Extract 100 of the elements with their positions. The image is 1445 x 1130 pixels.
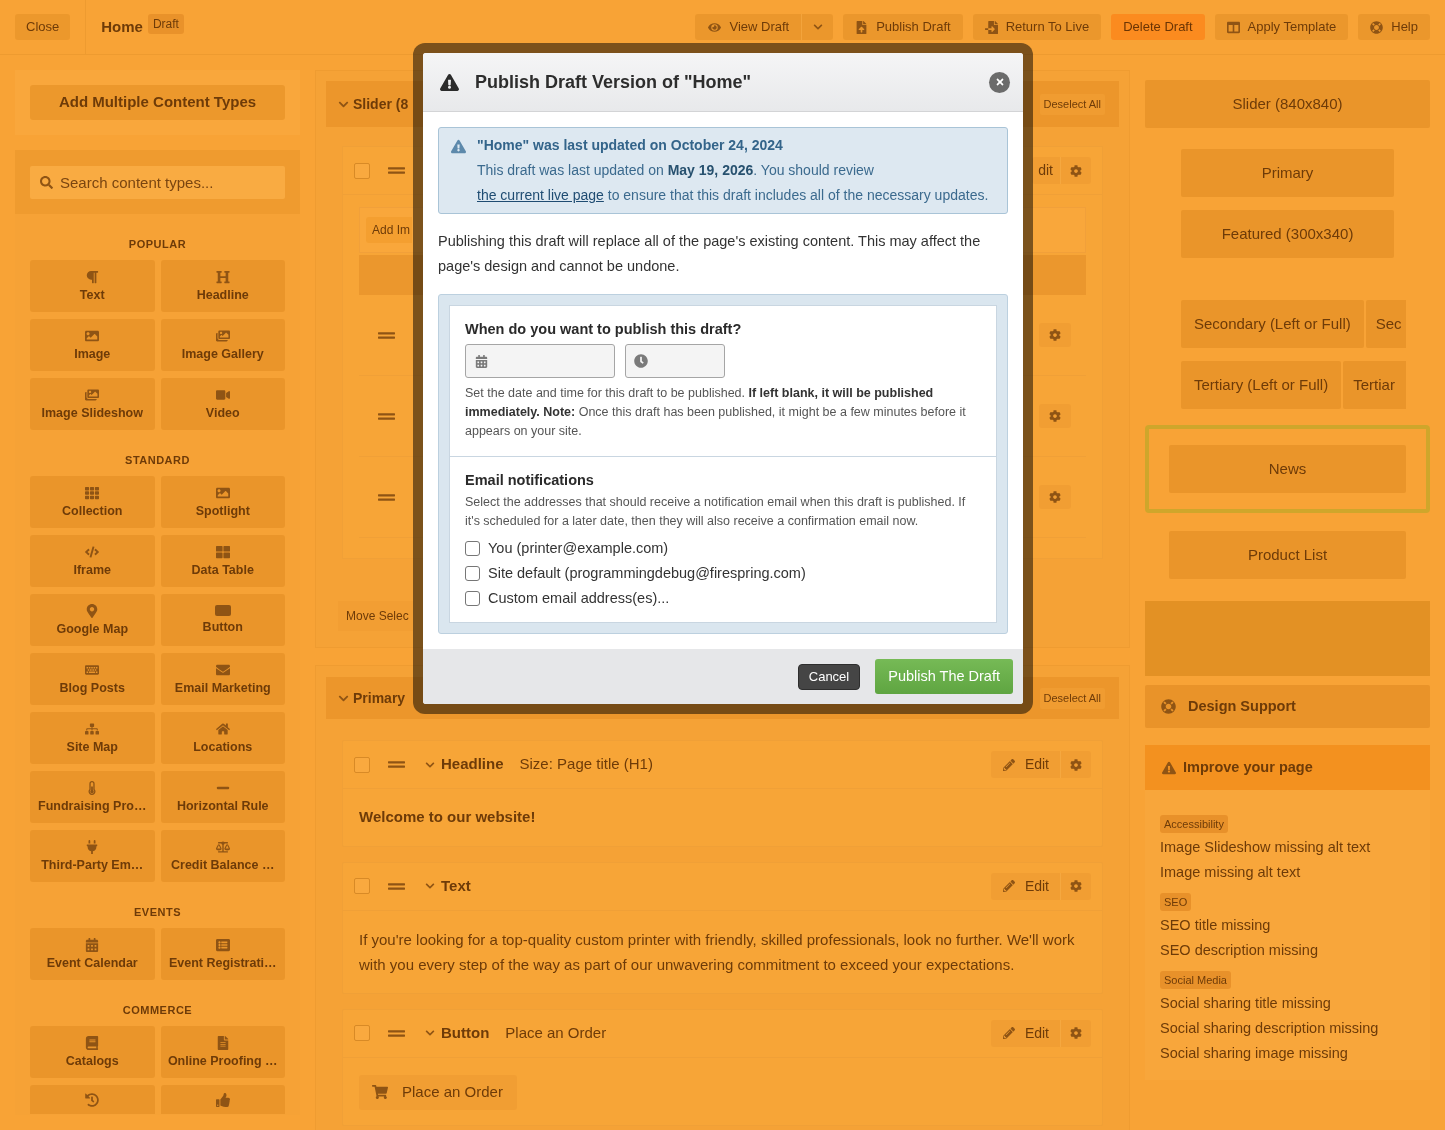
content-type-tile[interactable]: Image: [30, 319, 155, 371]
layout-region-button[interactable]: Product List: [1169, 531, 1406, 579]
content-type-tile[interactable]: [160, 1085, 285, 1114]
button-shape-icon: [214, 605, 231, 616]
house-icon: [215, 721, 230, 736]
content-type-tile[interactable]: Horizontal Rule: [160, 771, 285, 823]
images-icon: [85, 387, 100, 402]
content-type-tile[interactable]: Fundraising Pro…: [30, 771, 155, 823]
file-arrow-icon: [855, 20, 869, 34]
layout-region-button[interactable]: News: [1169, 445, 1406, 493]
content-type-tile[interactable]: Blog Posts: [30, 653, 155, 705]
book-icon: [85, 1035, 100, 1050]
move-selected-button[interactable]: Move Selec: [338, 601, 413, 631]
section-heading: COMMERCE: [121, 1004, 194, 1017]
notice-heading: "Home" was last updated on October 24, 2024: [477, 136, 784, 155]
content-type-tile[interactable]: Text: [30, 260, 155, 312]
layout-region-button[interactable]: Secondary (Left or Full): [1181, 300, 1364, 348]
add-button[interactable]: Add Im: [366, 217, 412, 243]
content-type-tile[interactable]: Button: [160, 594, 285, 646]
settings-button[interactable]: [1060, 751, 1091, 778]
design-support-button[interactable]: Design Support: [1145, 685, 1430, 728]
live-page-link[interactable]: the current live page: [477, 187, 604, 203]
content-type-tile[interactable]: Spotlight: [160, 476, 285, 528]
gear-icon: [1049, 491, 1061, 503]
settings-button[interactable]: [1060, 157, 1091, 184]
category-tag: SEO: [1160, 893, 1192, 911]
content-type-tile[interactable]: Third-Party Em…: [30, 830, 155, 882]
settings-button[interactable]: [1039, 485, 1071, 509]
toolbar-button[interactable]: Help: [1358, 14, 1430, 40]
edit-button[interactable]: Edit: [990, 1019, 1060, 1047]
content-type-tile[interactable]: Collection: [30, 476, 155, 528]
pencil-icon: [1002, 758, 1015, 771]
schedule-heading: When do you want to publish this draft?: [465, 320, 743, 339]
date-field[interactable]: [465, 344, 615, 378]
content-type-tile[interactable]: Headline: [160, 260, 285, 312]
edit-button[interactable]: dit: [1032, 157, 1060, 184]
checkbox[interactable]: [354, 162, 370, 179]
cancel-button[interactable]: Cancel: [797, 663, 861, 690]
checkbox[interactable]: [354, 1025, 370, 1041]
settings-button[interactable]: [1060, 1019, 1091, 1047]
code-icon: [85, 544, 100, 559]
text-preview: If you're looking for a top-quality custom printer with friendly, skilled professionals, look no further. We'll work with you every step of the way as part of our unwavering commitment to exceed your expectations.: [359, 929, 1076, 975]
warning-message: Publishing this draft will replace all of the page's existing content. This may affect the page's design and cannot be undone.: [438, 232, 982, 276]
edit-button[interactable]: Edit: [990, 751, 1060, 778]
status-badge: Draft: [147, 14, 184, 34]
close-button[interactable]: [989, 71, 1010, 93]
content-type-tile[interactable]: Locations: [160, 712, 285, 764]
search-field[interactable]: Search content types...: [30, 166, 285, 199]
paragraph-icon: [85, 269, 100, 284]
toolbar-button[interactable]: View Draft: [695, 14, 802, 40]
preview-button[interactable]: Place an Order: [359, 1074, 517, 1110]
settings-button[interactable]: [1060, 872, 1091, 900]
content-type-tile[interactable]: Event Registrati…: [160, 928, 285, 980]
toolbar-button[interactable]: Delete Draft: [1111, 14, 1205, 40]
headline-preview: Welcome to our website!: [359, 807, 537, 827]
content-type-tile[interactable]: Iframe: [30, 535, 155, 587]
checkbox[interactable]: [354, 756, 370, 773]
warning-icon: [451, 139, 466, 154]
toolbar-button[interactable]: Apply Template: [1214, 14, 1349, 40]
content-type-tile[interactable]: Online Proofing …: [160, 1026, 285, 1078]
content-type-tile[interactable]: Catalogs: [30, 1026, 155, 1078]
add-content-button[interactable]: Add Multiple Content Types: [30, 85, 285, 120]
deselect-all-button[interactable]: Deselect All: [1039, 687, 1105, 709]
content-type-tile[interactable]: Image Slideshow: [30, 378, 155, 430]
block-title: Button: [441, 1022, 490, 1043]
layout-region-button[interactable]: Featured (300x340): [1181, 210, 1394, 258]
video-camera-icon: [215, 387, 230, 402]
content-type-tile[interactable]: Credit Balance …: [160, 830, 285, 882]
layout-region-button[interactable]: Tertiar: [1343, 361, 1406, 409]
content-type-tile[interactable]: Site Map: [30, 712, 155, 764]
settings-button[interactable]: [1039, 323, 1071, 347]
issue-text: SEO title missing: [1160, 916, 1272, 935]
content-type-tile[interactable]: [30, 1085, 155, 1114]
layout-region-button[interactable]: Sec: [1365, 300, 1406, 348]
issue-text: Social sharing image missing: [1160, 1044, 1349, 1063]
content-type-tile[interactable]: Google Map: [30, 594, 155, 646]
layout-region-button[interactable]: Primary: [1181, 149, 1394, 197]
toolbar-button[interactable]: Publish Draft: [843, 14, 963, 40]
edit-button[interactable]: Edit: [990, 872, 1060, 900]
deselect-all-button[interactable]: Deselect All: [1039, 93, 1105, 115]
settings-button[interactable]: [1039, 404, 1071, 428]
checkbox[interactable]: [465, 541, 480, 556]
content-type-tile[interactable]: Event Calendar: [30, 928, 155, 980]
content-type-tile[interactable]: Video: [160, 378, 285, 430]
time-field[interactable]: [625, 344, 725, 378]
checkbox[interactable]: [465, 591, 480, 606]
publish-button[interactable]: Publish The Draft: [875, 659, 1013, 694]
block-title: Headline: [441, 754, 504, 775]
dropdown-toggle-button[interactable]: [801, 14, 834, 40]
lifebuoy-icon: [1370, 20, 1384, 34]
close-button[interactable]: Close: [15, 14, 71, 40]
content-type-tile[interactable]: Email Marketing: [160, 653, 285, 705]
toolbar-button[interactable]: Return To Live: [972, 14, 1102, 40]
content-type-tile[interactable]: Image Gallery: [160, 319, 285, 371]
layout-region-button[interactable]: Slider (840x840): [1145, 80, 1430, 128]
email-heading: Email notifications: [465, 471, 595, 490]
content-type-tile[interactable]: Data Table: [160, 535, 285, 587]
checkbox[interactable]: [465, 566, 480, 581]
layout-region-button[interactable]: Tertiary (Left or Full): [1181, 361, 1342, 409]
checkbox[interactable]: [354, 878, 370, 894]
